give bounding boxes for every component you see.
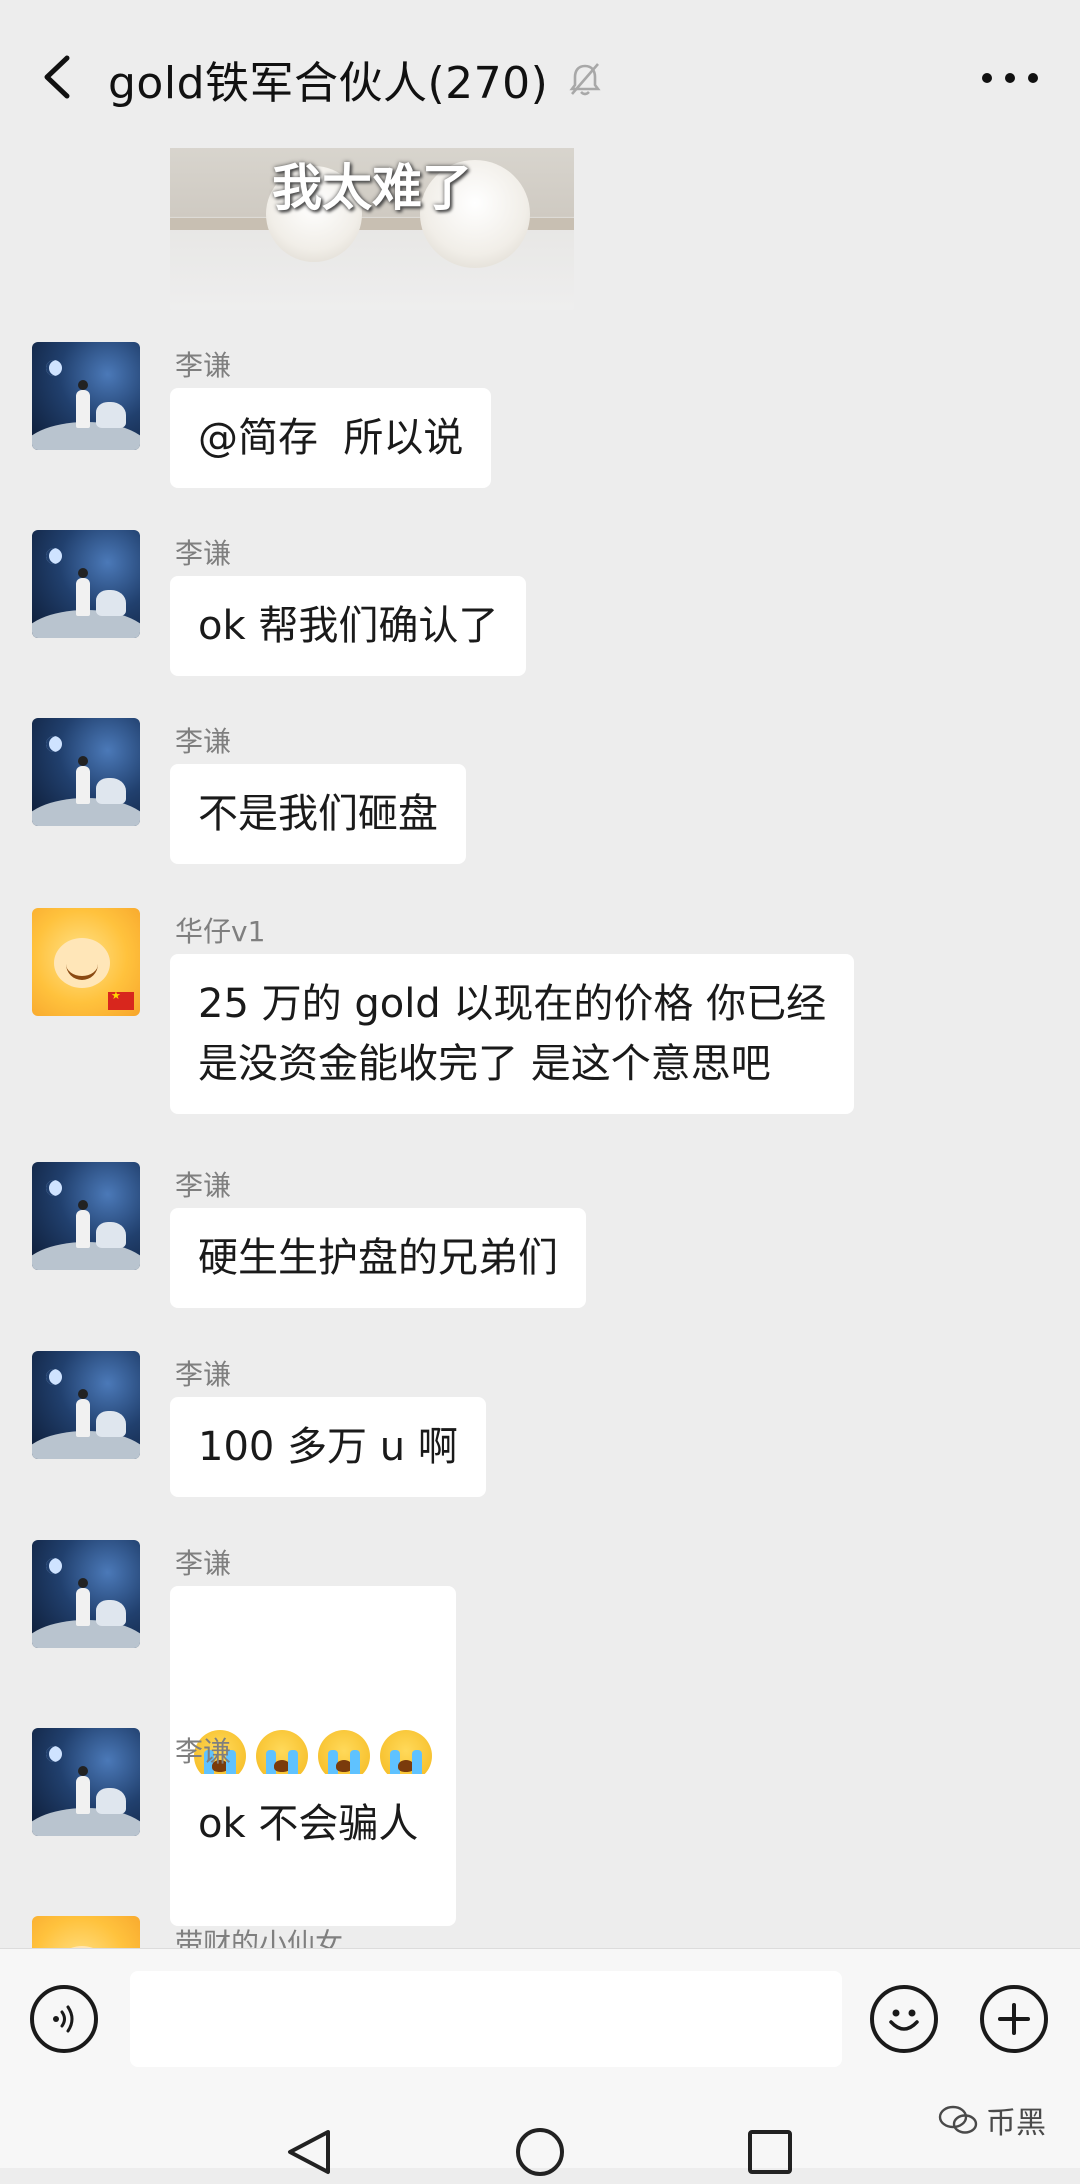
more-dot-icon — [982, 73, 992, 83]
smiley-icon — [889, 2009, 919, 2031]
square-recents-icon — [748, 2130, 792, 2174]
message-bubble[interactable]: 硬生生护盘的兄弟们 — [170, 1208, 586, 1308]
voice-input-button[interactable] — [30, 1985, 98, 2053]
sender-name: 李谦 — [175, 349, 232, 382]
chat-title: gold铁军合伙人(270) — [108, 58, 549, 109]
avatar[interactable] — [32, 908, 140, 1016]
sender-name: 李谦 — [175, 537, 232, 570]
sender-name: 李谦 — [175, 1547, 232, 1580]
plus-icon — [998, 2003, 1030, 2035]
watermark-text: 币黑 — [986, 2106, 1046, 2141]
message-bubble[interactable]: ok 不会骗人 — [170, 1774, 447, 1874]
message-bubble[interactable]: @简存 所以说 — [170, 388, 492, 488]
triangle-back-icon — [288, 2130, 330, 2174]
sender-name: 带财的小仙女 — [175, 1927, 344, 1948]
sticker-image[interactable]: 我太难了 — [170, 140, 574, 310]
sticker-caption: 我太难了 — [272, 159, 472, 217]
avatar[interactable] — [32, 718, 140, 826]
wechat-logo-icon — [938, 2105, 978, 2134]
more-actions-button[interactable] — [980, 1985, 1048, 2053]
avatar[interactable] — [32, 342, 140, 450]
nav-back-button[interactable] — [280, 2124, 336, 2180]
more-dot-icon — [1005, 73, 1015, 83]
circle-home-icon — [516, 2128, 564, 2176]
nav-recents-button[interactable] — [742, 2124, 798, 2180]
chevron-left-icon — [44, 55, 70, 99]
message-bubble[interactable]: 100 多万 u 啊 — [170, 1397, 486, 1497]
chat-area[interactable]: 我太难了 李谦 @简存 所以说 李谦 ok 帮我们确认了 李谦 不是我们砸盘 华… — [0, 0, 1080, 1948]
message-bubble[interactable]: ok 帮我们确认了 — [170, 576, 527, 676]
avatar[interactable] — [32, 1916, 140, 1948]
sender-name: 华仔v1 — [175, 915, 266, 948]
mute-bell-icon — [566, 59, 606, 99]
avatar[interactable] — [32, 1540, 140, 1648]
more-options-button[interactable] — [982, 58, 1038, 98]
system-nav-bar: 币黑 — [0, 2088, 1080, 2176]
nav-home-button[interactable] — [512, 2124, 568, 2180]
china-flag-icon — [108, 989, 134, 1010]
sender-name: 李谦 — [175, 1358, 232, 1391]
sender-name: 李谦 — [175, 1169, 232, 1202]
message-text-input[interactable] — [130, 1971, 842, 2067]
avatar[interactable] — [32, 1728, 140, 1836]
avatar[interactable] — [32, 530, 140, 638]
message-bubble[interactable]: 不是我们砸盘 — [170, 764, 466, 864]
more-dot-icon — [1028, 73, 1038, 83]
sender-name: 李谦 — [175, 1735, 232, 1768]
message-bubble[interactable]: 25 万的 gold 以现在的价格 你已经 是没资金能收完了 是这个意思吧 — [170, 954, 855, 1114]
avatar[interactable] — [32, 1162, 140, 1270]
message-input-bar — [0, 1948, 1080, 2089]
voice-icon — [53, 2005, 74, 2033]
avatar[interactable] — [32, 1351, 140, 1459]
emoji-button[interactable] — [870, 1985, 938, 2053]
sender-name: 李谦 — [175, 725, 232, 758]
watermark: 币黑 — [938, 2098, 1046, 2142]
chat-header: gold铁军合伙人(270) — [0, 0, 1080, 148]
back-button[interactable] — [30, 42, 82, 112]
